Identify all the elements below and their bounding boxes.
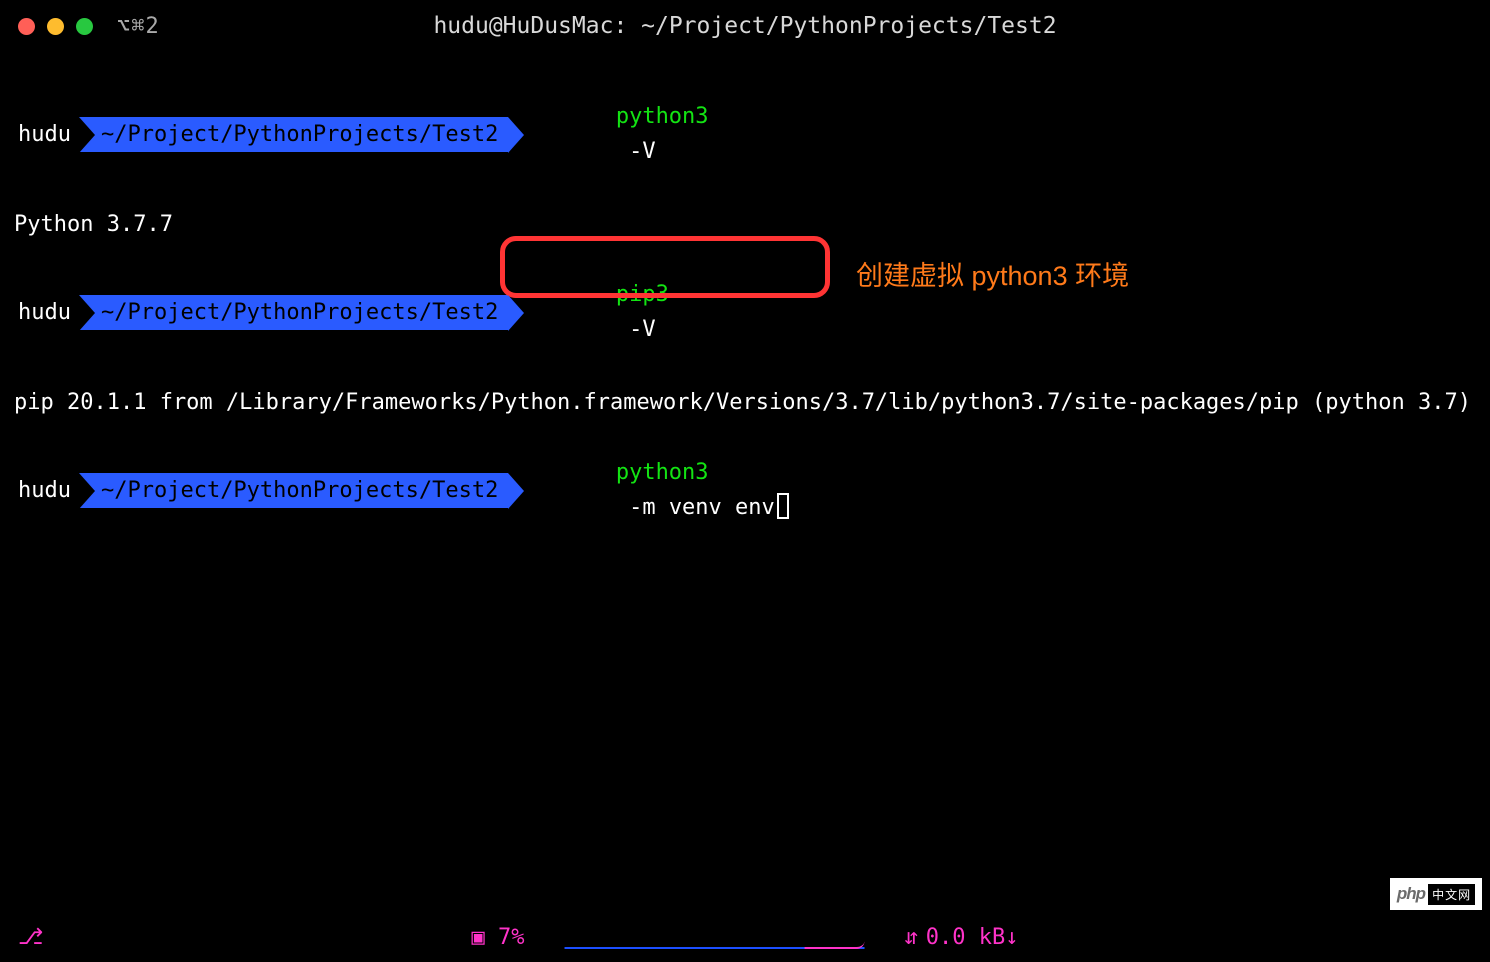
watermark: php 中文网	[1390, 878, 1482, 910]
statusbar-left: ⎇	[18, 925, 43, 950]
titlebar: ⌥⌘2 hudu@HuDusMac: ~/Project/PythonProje…	[0, 0, 1490, 52]
cpu-value: 7%	[498, 925, 525, 950]
command-binary: pip3	[616, 282, 669, 307]
cpu-icon: ▣	[472, 925, 485, 950]
command: pip3 -V	[508, 242, 668, 383]
prompt-line: hudu ~/Project/PythonProjects/Test2 pyth…	[14, 64, 1476, 205]
command-args-text: -V	[629, 139, 656, 164]
command-binary: python3	[616, 104, 709, 129]
command-args	[616, 139, 629, 164]
command: python3 -V	[508, 64, 708, 205]
terminal-content[interactable]: hudu ~/Project/PythonProjects/Test2 pyth…	[0, 52, 1490, 561]
prompt-path: ~/Project/PythonProjects/Test2	[79, 473, 508, 508]
close-window-button[interactable]	[18, 18, 35, 35]
prompt-user: hudu	[14, 473, 79, 508]
prompt-user: hudu	[14, 117, 79, 152]
prompt-path: ~/Project/PythonProjects/Test2	[79, 295, 508, 330]
command-args-text: -m venv env	[629, 495, 775, 520]
net-widget: ⇵ 0.0 kB↓	[905, 925, 1019, 950]
traffic-lights	[18, 18, 93, 35]
watermark-cn: 中文网	[1428, 884, 1475, 905]
net-icon: ⇵	[905, 925, 918, 950]
cursor	[777, 493, 789, 519]
cpu-widget: ▣ 7%	[472, 925, 525, 950]
cpu-sparkline	[565, 925, 865, 949]
command-args-text: -V	[629, 317, 656, 342]
command: python3 -m venv env	[508, 420, 788, 561]
prompt-user: hudu	[14, 295, 79, 330]
zoom-window-button[interactable]	[76, 18, 93, 35]
command-args	[616, 495, 629, 520]
git-branch-icon: ⎇	[18, 925, 43, 950]
prompt-path: ~/Project/PythonProjects/Test2	[79, 117, 508, 152]
command-args	[616, 317, 629, 342]
prompt-line: hudu ~/Project/PythonProjects/Test2 pip3…	[14, 242, 1476, 383]
minimize-window-button[interactable]	[47, 18, 64, 35]
command-binary: python3	[616, 460, 709, 485]
annotation-text: 创建虚拟 python3 环境	[856, 254, 1129, 293]
statusbar-center: ▣ 7% ⇵ 0.0 kB↓	[472, 925, 1019, 950]
output-line: Python 3.7.7	[14, 207, 1476, 242]
output-line: pip 20.1.1 from /Library/Frameworks/Pyth…	[14, 385, 1476, 420]
tab-shortcut: ⌥⌘2	[117, 14, 160, 39]
window-title: hudu@HuDusMac: ~/Project/PythonProjects/…	[0, 13, 1490, 39]
watermark-brand: php	[1397, 884, 1425, 904]
statusbar: ⎇ ▣ 7% ⇵ 0.0 kB↓	[0, 912, 1490, 962]
prompt-line-current: hudu ~/Project/PythonProjects/Test2 pyth…	[14, 420, 1476, 561]
net-value: 0.0 kB↓	[926, 925, 1019, 950]
